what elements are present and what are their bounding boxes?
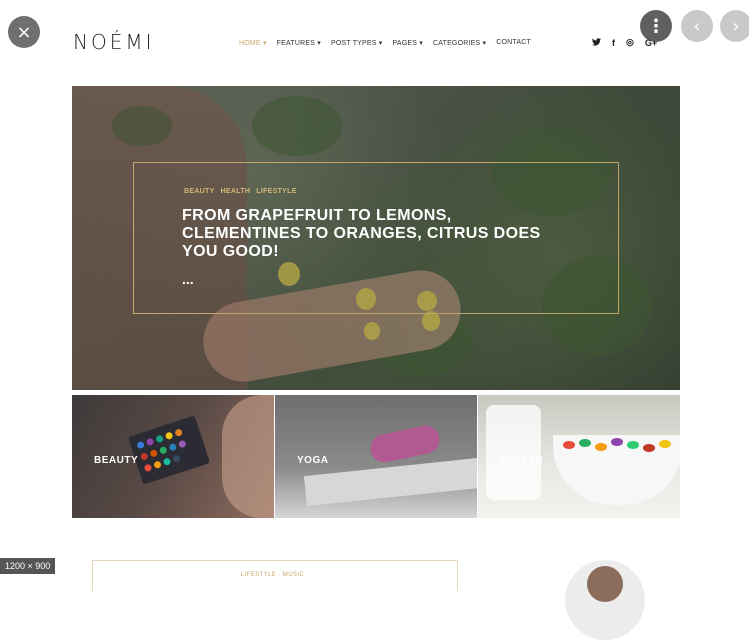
nav-item-contact[interactable]: CONTACT: [496, 39, 531, 47]
tile-label-beauty: BEAUTY: [94, 455, 139, 466]
category-link-beauty[interactable]: BEAUTY: [184, 188, 215, 195]
hero-post-title[interactable]: FROM GRAPEFRUIT TO LEMONS, CLEMENTINES T…: [182, 207, 562, 261]
main-nav: HOME ▾ FEATURES ▾ POST TYPES ▾ PAGES ▾ C…: [239, 39, 531, 47]
yoga-mat-image: [303, 457, 477, 507]
twitter-icon[interactable]: [592, 37, 601, 48]
nav-item-post-types[interactable]: POST TYPES ▾: [331, 39, 383, 47]
next-image-icon[interactable]: ›: [720, 10, 749, 42]
tile-label-health: HEALTH: [500, 455, 543, 466]
yoga-pose-image: [367, 423, 443, 465]
category-link-lifestyle[interactable]: LIFESTYLE: [256, 188, 296, 195]
model-face-image: [222, 395, 274, 518]
hero-categories: BEAUTY HEALTH LIFESTYLE: [184, 188, 297, 195]
tile-label-yoga: YOGA: [297, 455, 329, 466]
hero-read-more[interactable]: ...: [182, 271, 194, 287]
site-logo[interactable]: NOÉMI: [73, 30, 155, 54]
author-avatar-face: [587, 566, 623, 602]
hero-caption-frame: BEAUTY HEALTH LIFESTYLE FROM GRAPEFRUIT …: [133, 162, 619, 314]
nav-item-pages[interactable]: PAGES ▾: [393, 39, 423, 47]
image-size-badge: 1200 × 900: [0, 558, 56, 574]
category-tile-health[interactable]: HEALTH: [477, 395, 680, 518]
google-plus-icon[interactable]: G+: [645, 38, 657, 48]
fruit-bowl-image: [553, 435, 680, 505]
facebook-icon[interactable]: f: [612, 38, 615, 48]
nav-item-features[interactable]: FEATURES ▾: [277, 39, 321, 47]
featured-post-hero[interactable]: BEAUTY HEALTH LIFESTYLE FROM GRAPEFRUIT …: [72, 86, 680, 390]
nav-item-categories[interactable]: CATEGORIES ▾: [433, 39, 486, 47]
close-icon[interactable]: ×: [8, 16, 40, 48]
category-link-health[interactable]: HEALTH: [221, 188, 251, 195]
previous-image-icon[interactable]: ‹: [681, 10, 713, 42]
instagram-icon[interactable]: ◎: [626, 37, 634, 48]
social-links: f ◎ G+: [592, 37, 657, 48]
nav-item-home[interactable]: HOME ▾: [239, 39, 267, 47]
next-post-categories: LIFESTYLE · MUSIC: [241, 572, 305, 578]
milk-jug-image: [486, 405, 541, 500]
eyeshadow-palette-image: [127, 415, 211, 485]
author-avatar: [565, 560, 645, 640]
category-tiles: BEAUTY YOGA HEALTH: [72, 395, 680, 518]
category-tile-beauty[interactable]: BEAUTY: [72, 395, 274, 518]
category-tile-yoga[interactable]: YOGA: [274, 395, 477, 518]
